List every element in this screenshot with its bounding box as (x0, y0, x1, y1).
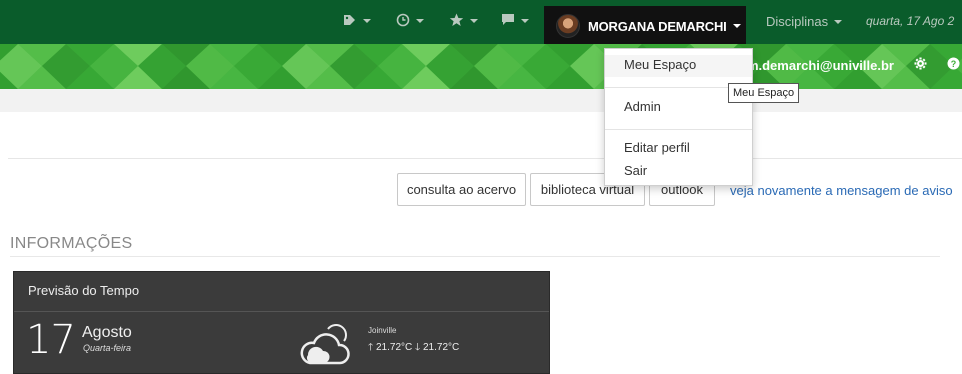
section-title: INFORMAÇÕES (10, 235, 133, 252)
menu-item-sair[interactable]: Sair (605, 161, 752, 181)
chevron-down-icon (470, 19, 478, 23)
weather-temps: 🡑 21.72°C 🡓 21.72°C (368, 340, 459, 357)
max-temp: 21.72°C (375, 342, 413, 353)
weather-city: Joinville (368, 326, 397, 335)
tag-icon (343, 14, 357, 29)
menu-item-editar-perfil[interactable]: Editar perfil (605, 138, 752, 158)
aviso-link[interactable]: veja novamente a mensagem de aviso (730, 183, 953, 198)
user-email[interactable]: m.demarchi@univille.br (747, 58, 894, 73)
user-name: MORGANA DEMARCHI (588, 18, 727, 34)
chevron-down-icon (732, 24, 741, 28)
svg-text:?: ? (951, 59, 957, 69)
weather-title: Previsão do Tempo (28, 283, 140, 298)
avatar (556, 14, 580, 38)
weather-month: Agosto (82, 324, 132, 341)
disciplinas-label: Disciplinas (766, 14, 829, 29)
chevron-down-icon (416, 19, 424, 23)
weather-widget: Previsão do Tempo 17 Agosto Quarta-feira… (13, 271, 550, 374)
tooltip: Meu Espaço (728, 83, 800, 103)
chat-icon (501, 13, 515, 29)
star-icon (449, 13, 464, 30)
user-dropdown-menu: Meu Espaço Admin Editar perfil Sair (604, 48, 753, 186)
recent-menu[interactable] (396, 10, 424, 32)
weather-weekday: Quarta-feira (83, 343, 132, 353)
menu-item-meu-espaco[interactable]: Meu Espaço (605, 55, 752, 77)
divider (10, 256, 940, 257)
page: MORGANA DEMARCHI Disciplinas quarta, 17 … (0, 0, 962, 374)
banner-user-info: m.demarchi@univille.br ? (733, 56, 962, 74)
current-date: quarta, 17 Ago 2 (866, 14, 955, 28)
menu-divider (605, 129, 752, 130)
help-icon[interactable]: ? (947, 57, 960, 73)
user-menu-button[interactable]: MORGANA DEMARCHI (544, 6, 746, 46)
secondary-bar (0, 89, 962, 112)
clock-icon (396, 13, 410, 30)
arrow-up-icon: 🡑 (368, 342, 374, 353)
min-temp: 21.72°C (423, 342, 460, 353)
favorites-menu[interactable] (449, 10, 478, 32)
chevron-down-icon (363, 19, 371, 23)
disciplinas-menu[interactable]: Disciplinas (766, 14, 843, 29)
consulta-acervo-button[interactable]: consulta ao acervo (397, 173, 526, 206)
divider (8, 158, 962, 159)
divider (14, 311, 549, 312)
arrow-down-icon: 🡓 (415, 342, 421, 353)
chevron-down-icon (521, 19, 529, 23)
gear-icon[interactable] (914, 57, 927, 73)
cloud-icon (298, 319, 358, 369)
chevron-down-icon (834, 19, 843, 24)
top-navbar: MORGANA DEMARCHI Disciplinas quarta, 17 … (0, 0, 962, 46)
tags-menu[interactable] (343, 10, 371, 32)
weather-day: 17 (26, 317, 76, 363)
messages-menu[interactable] (501, 10, 529, 32)
